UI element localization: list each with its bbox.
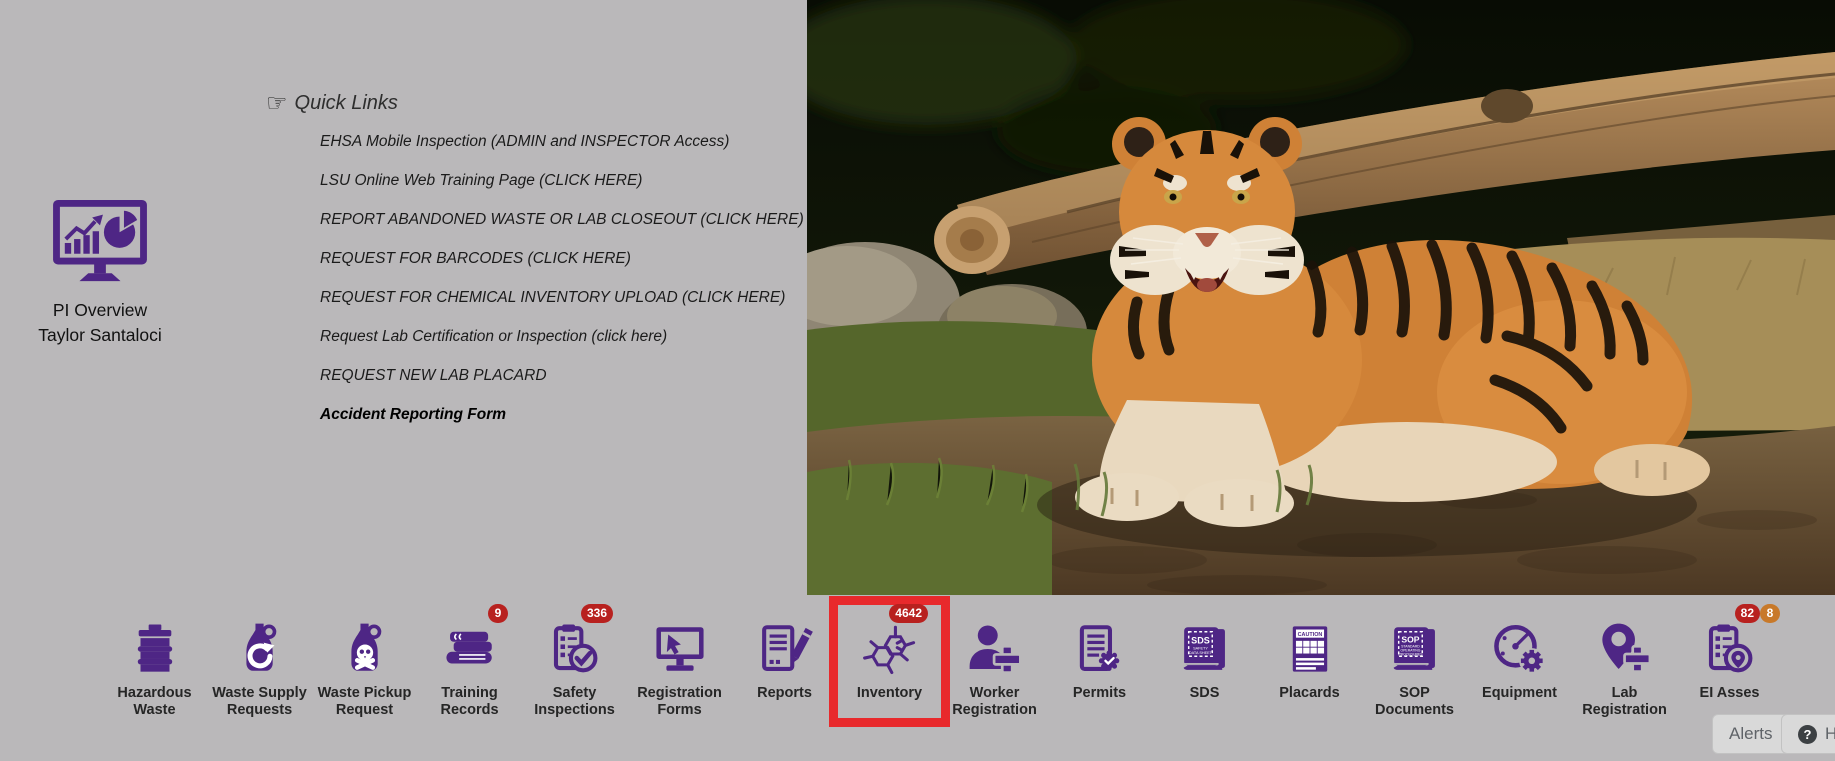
jug-skull-icon — [336, 620, 394, 678]
pointing-hand-icon: ☞ — [266, 94, 288, 114]
link-request-lab-certification[interactable]: Request Lab Certification or Inspection … — [320, 328, 804, 346]
toolbar-label: Lab Registration — [1573, 685, 1677, 719]
help-button-label: Help — [1825, 724, 1835, 744]
svg-text:SOP: SOP — [1401, 635, 1419, 645]
safety-inspections-badge: 336 — [581, 604, 613, 623]
help-question-icon: ? — [1798, 725, 1817, 744]
quick-links-panel: ☞ Quick Links EHSA Mobile Inspection (AD… — [266, 92, 804, 445]
toolbar-item-waste-supply-requests[interactable]: Waste Supply Requests — [207, 604, 312, 719]
toolbar-label: Waste Pickup Request — [313, 685, 417, 719]
document-seal-icon — [1071, 620, 1129, 678]
svg-text:CAUTION: CAUTION — [1297, 632, 1322, 638]
link-request-new-lab-placard[interactable]: REQUEST NEW LAB PLACARD — [320, 367, 804, 385]
link-request-barcodes[interactable]: REQUEST FOR BARCODES (CLICK HERE) — [320, 250, 804, 268]
pi-overview-user: Taylor Santaloci — [20, 323, 180, 348]
toolbar-item-equipment[interactable]: Equipment — [1467, 604, 1572, 719]
toolbar-label: EI Asses — [1700, 685, 1760, 702]
toolbar-item-ei-assessments[interactable]: 8 82 EI Asses — [1677, 604, 1782, 719]
caution-placard-icon: CAUTION — [1281, 620, 1339, 678]
toolbar-label: SDS — [1190, 685, 1220, 702]
clipboard-check-icon — [546, 620, 604, 678]
books-icon — [441, 620, 499, 678]
ei-assessments-badge: 82 — [1735, 604, 1760, 623]
bottom-toolbar: Hazardous Waste Waste Supply Requests Wa… — [102, 604, 1782, 719]
quick-links-title: Quick Links — [295, 92, 398, 115]
toolbar-item-registration-forms[interactable]: Registration Forms — [627, 604, 732, 719]
sop-book-icon: SOP STANDARD OPERATING PROCEDURES — [1386, 620, 1444, 678]
toolbar-item-worker-registration[interactable]: Worker Registration — [942, 604, 1047, 719]
pi-overview-tile[interactable]: PI Overview Taylor Santaloci — [20, 198, 180, 348]
pi-overview-title: PI Overview — [20, 298, 180, 323]
toolbar-label: Registration Forms — [628, 685, 732, 719]
ehsa-dashboard: { "colors": { "background": "#bab8ba", "… — [0, 0, 1835, 761]
training-records-badge: 9 — [488, 604, 508, 623]
ei-assessments-badge-secondary: 8 — [1760, 604, 1780, 623]
molecule-icon — [861, 620, 919, 678]
toolbar-label: Equipment — [1482, 685, 1557, 702]
toolbar-item-sop-documents[interactable]: SOP STANDARD OPERATING PROCEDURES SOP Do… — [1362, 604, 1467, 719]
toolbar-item-waste-pickup-request[interactable]: Waste Pickup Request — [312, 604, 417, 719]
toolbar-item-inventory[interactable]: 4642 Inventory — [837, 604, 942, 719]
toolbar-label: SOP Documents — [1363, 685, 1467, 719]
quick-links-header: ☞ Quick Links — [266, 92, 804, 115]
toolbar-item-placards[interactable]: CAUTION Placards — [1257, 604, 1362, 719]
waste-drum-icon — [126, 620, 184, 678]
clipboard-pin-icon — [1701, 620, 1759, 678]
quick-links-list: EHSA Mobile Inspection (ADMIN and INSPEC… — [266, 133, 804, 424]
toolbar-item-lab-registration[interactable]: Lab Registration — [1572, 604, 1677, 719]
inventory-badge: 4642 — [889, 604, 928, 623]
link-accident-reporting-form[interactable]: Accident Reporting Form — [320, 406, 804, 424]
svg-text:SAFETY: SAFETY — [1193, 646, 1208, 650]
gauge-gear-icon — [1491, 620, 1549, 678]
toolbar-label: Training Records — [418, 685, 522, 719]
link-request-chemical-inventory-upload[interactable]: REQUEST FOR CHEMICAL INVENTORY UPLOAD (C… — [320, 289, 804, 307]
help-button[interactable]: ? Help — [1781, 714, 1835, 754]
svg-text:SDS: SDS — [1191, 636, 1210, 646]
document-pencil-icon — [756, 620, 814, 678]
sds-book-icon: SDS SAFETY DATA SHEET — [1176, 620, 1234, 678]
monitor-cursor-icon — [651, 620, 709, 678]
toolbar-label: Safety Inspections — [523, 685, 627, 719]
toolbar-item-reports[interactable]: Reports — [732, 604, 837, 719]
toolbar-label: Permits — [1073, 685, 1126, 702]
link-ehsa-mobile-inspection[interactable]: EHSA Mobile Inspection (ADMIN and INSPEC… — [320, 133, 804, 151]
dashboard-monitor-icon — [41, 198, 159, 286]
link-report-abandoned-waste[interactable]: REPORT ABANDONED WASTE OR LAB CLOSEOUT (… — [320, 211, 804, 229]
toolbar-label: Hazardous Waste — [103, 685, 207, 719]
toolbar-item-permits[interactable]: Permits — [1047, 604, 1152, 719]
toolbar-item-hazardous-waste[interactable]: Hazardous Waste — [102, 604, 207, 719]
toolbar-label: Placards — [1279, 685, 1339, 702]
tiger-photo — [807, 0, 1835, 595]
map-pin-plus-icon — [1596, 620, 1654, 678]
toolbar-item-training-records[interactable]: 9 Training Records — [417, 604, 522, 719]
svg-text:DATA SHEET: DATA SHEET — [1188, 651, 1212, 655]
toolbar-label: Inventory — [857, 685, 922, 702]
toolbar-label: Waste Supply Requests — [208, 685, 312, 719]
alerts-button[interactable]: Alerts — [1712, 714, 1789, 754]
jug-recycle-icon — [231, 620, 289, 678]
toolbar-item-sds[interactable]: SDS SAFETY DATA SHEET SDS — [1152, 604, 1257, 719]
svg-text:PROCEDURES: PROCEDURES — [1398, 652, 1423, 656]
person-plus-icon — [966, 620, 1024, 678]
toolbar-label: Reports — [757, 685, 812, 702]
toolbar-label: Worker Registration — [943, 685, 1047, 719]
link-lsu-online-training[interactable]: LSU Online Web Training Page (CLICK HERE… — [320, 172, 804, 190]
alerts-button-label: Alerts — [1729, 724, 1772, 744]
toolbar-item-safety-inspections[interactable]: 336 Safety Inspections — [522, 604, 627, 719]
